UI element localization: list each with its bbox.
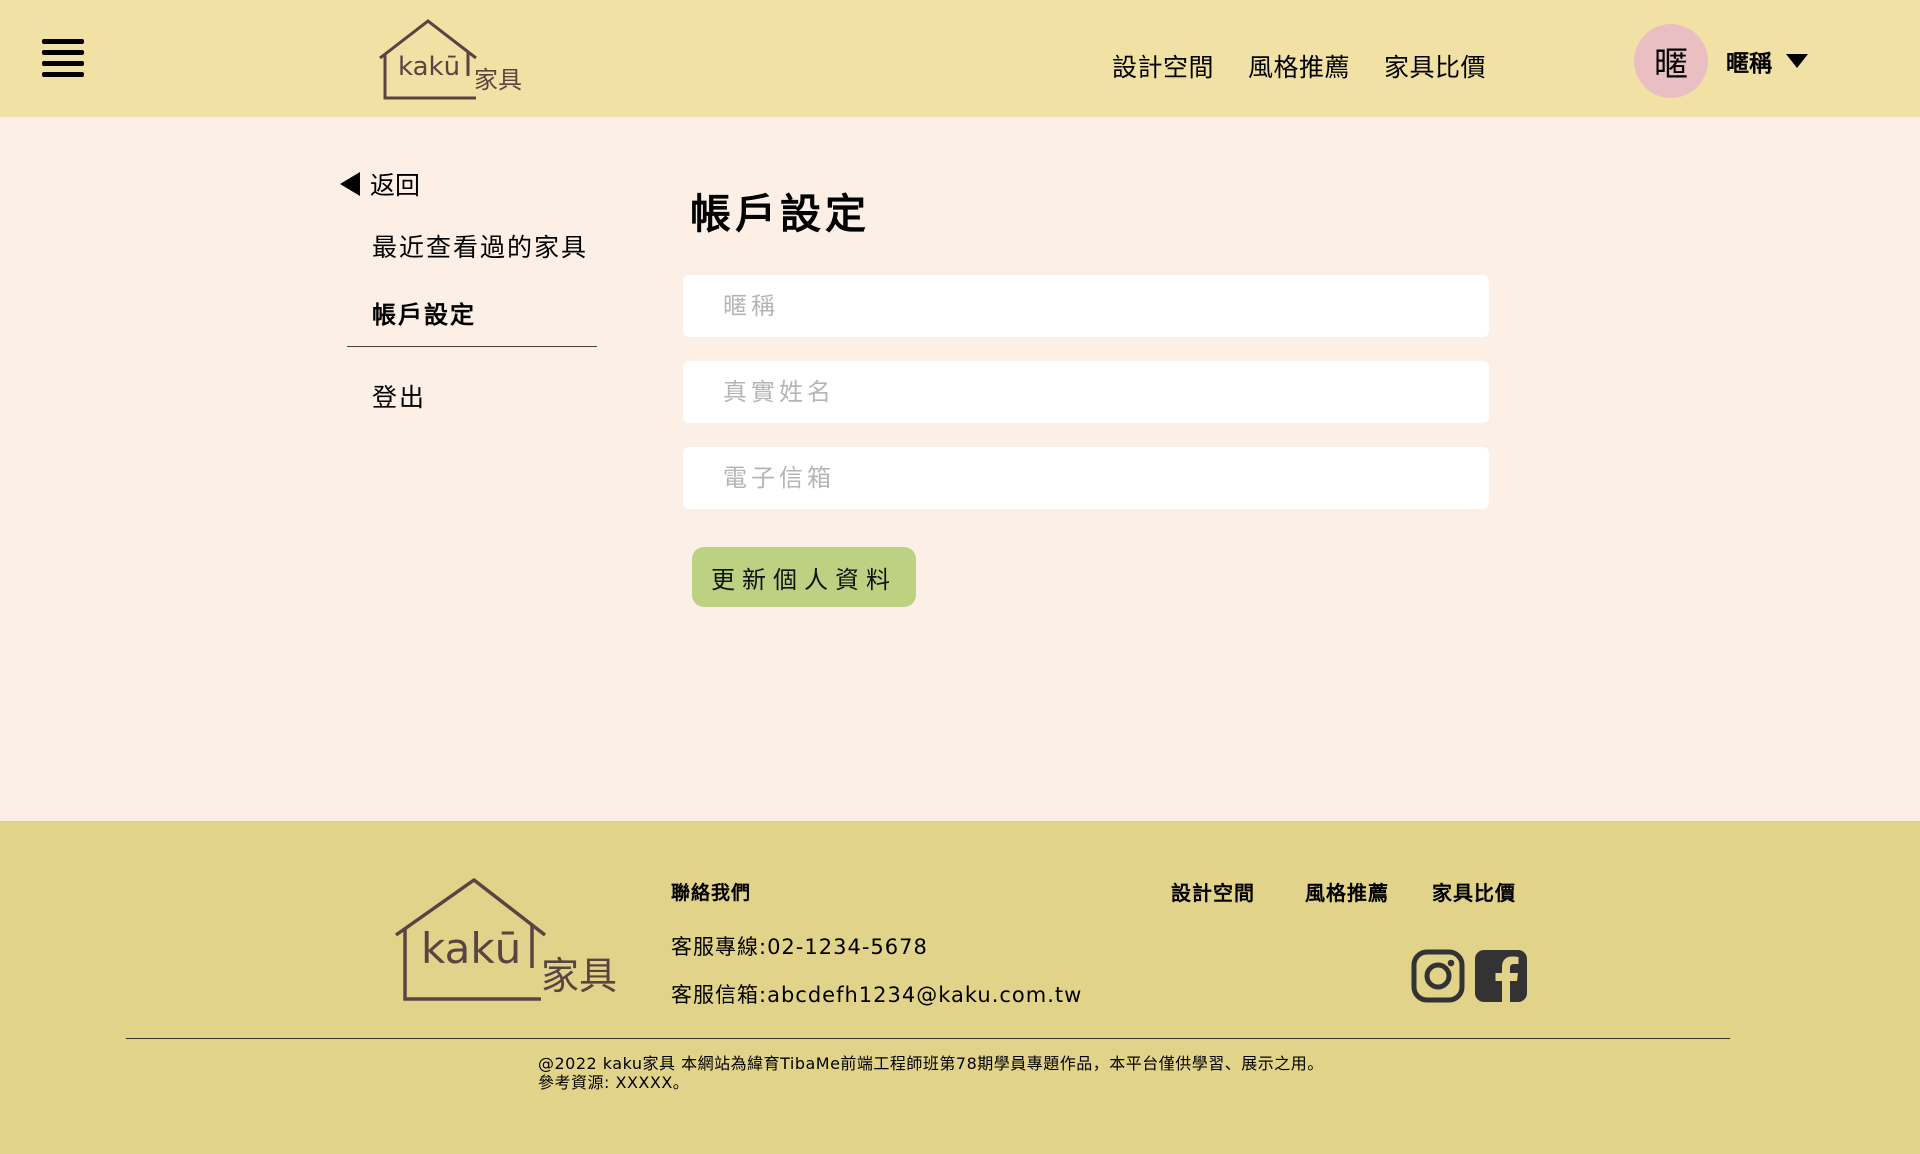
sidebar-item-account-settings[interactable]: 帳戶設定 [372, 295, 476, 330]
copyright-text: @2022 kaku家具 本網站為緯育TibaMe前端工程師班第78期學員專題作… [538, 1054, 1324, 1092]
contact-phone: 客服專線:02-1234-5678 [671, 935, 928, 959]
real-name-field[interactable] [683, 361, 1489, 423]
back-arrow-icon [340, 172, 360, 196]
house-logo-icon: kakū 家具 [379, 19, 522, 100]
page-title: 帳戶設定 [690, 190, 870, 238]
svg-text:kakū: kakū [421, 924, 521, 973]
copyright-line-1: @2022 kaku家具 本網站為緯育TibaMe前端工程師班第78期學員專題作… [538, 1054, 1324, 1073]
house-logo-icon: kakū 家具 [394, 877, 617, 1001]
contact-title: 聯絡我們 [671, 882, 752, 904]
nav-style-recommend[interactable]: 風格推薦 [1248, 48, 1350, 84]
svg-text:家具: 家具 [474, 66, 522, 94]
site-header: kakū 家具 設計空間 風格推薦 家具比價 暱 暱稱 [0, 0, 1920, 117]
svg-text:家具: 家具 [541, 954, 617, 998]
caret-down-icon [1786, 54, 1808, 68]
site-logo[interactable]: kakū 家具 [378, 18, 528, 102]
facebook-icon[interactable] [1474, 949, 1528, 1003]
nav-price-compare[interactable]: 家具比價 [1384, 48, 1486, 84]
user-menu[interactable]: 暱稱 [1726, 44, 1808, 78]
menu-icon[interactable] [42, 39, 84, 79]
contact-email: 客服信箱:abcdefh1234@kaku.com.tw [671, 983, 1083, 1007]
instagram-icon[interactable] [1411, 949, 1465, 1003]
nav-design-space[interactable]: 設計空間 [1112, 48, 1214, 84]
sidebar-item-recently-viewed[interactable]: 最近查看過的家具 [372, 228, 588, 264]
main-nav: 設計空間 風格推薦 家具比價 [1112, 48, 1486, 84]
back-link[interactable]: 返回 [340, 166, 420, 202]
update-profile-button[interactable]: 更新個人資料 [692, 547, 916, 607]
svg-text:kakū: kakū [398, 52, 460, 82]
site-footer: kakū 家具 聯絡我們 客服專線:02-1234-5678 客服信箱:abcd… [0, 821, 1920, 1154]
email-field[interactable] [683, 447, 1489, 509]
nickname-field[interactable] [683, 275, 1489, 337]
back-label: 返回 [370, 171, 421, 200]
footer-nav-style-recommend[interactable]: 風格推薦 [1305, 877, 1389, 906]
sidebar-item-logout[interactable]: 登出 [372, 378, 426, 414]
footer-logo[interactable]: kakū 家具 [393, 877, 623, 1003]
sidebar-divider [347, 346, 597, 347]
copyright-line-2: 參考資源: XXXXX。 [538, 1073, 690, 1092]
footer-nav-price-compare[interactable]: 家具比價 [1432, 877, 1516, 906]
footer-divider [126, 1038, 1730, 1039]
avatar[interactable]: 暱 [1634, 24, 1708, 98]
footer-nav-design-space[interactable]: 設計空間 [1171, 877, 1255, 906]
user-name: 暱稱 [1726, 51, 1772, 77]
